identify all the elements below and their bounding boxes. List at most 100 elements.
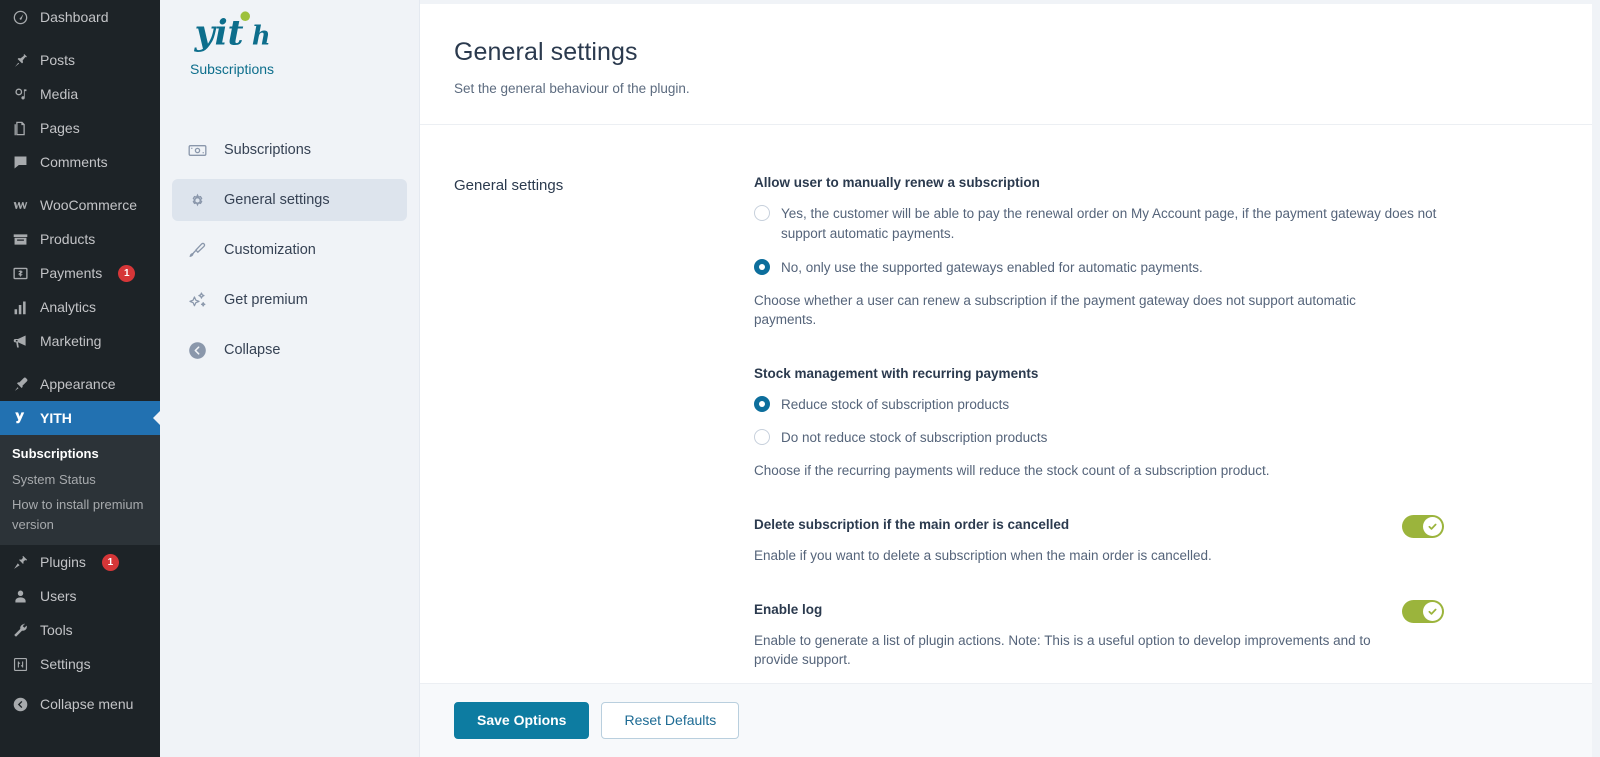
settings-icon bbox=[10, 654, 30, 674]
marketing-icon bbox=[10, 331, 30, 351]
field-stock-management: Stock management with recurring payments… bbox=[754, 366, 1444, 481]
sidebar-item-label: WooCommerce bbox=[40, 197, 137, 213]
reset-defaults-button[interactable]: Reset Defaults bbox=[601, 701, 740, 739]
field-description: Choose if the recurring payments will re… bbox=[754, 463, 1270, 479]
sidebar-item-products[interactable]: Products bbox=[0, 222, 160, 256]
sidebar-item-label: Plugins bbox=[40, 554, 86, 570]
sidebar-item-label: Settings bbox=[40, 656, 91, 672]
field-enable-log: Enable log Enable to generate a list of … bbox=[754, 599, 1444, 670]
svg-text:yit: yit bbox=[194, 13, 244, 52]
yith-nav-item-get-premium[interactable]: Get premium bbox=[172, 279, 407, 321]
save-options-button[interactable]: Save Options bbox=[454, 701, 590, 739]
sidebar-item-woocommerce[interactable]: WooCommerce bbox=[0, 188, 160, 222]
yith-nav-label: General settings bbox=[224, 192, 330, 208]
svg-text:h: h bbox=[252, 21, 271, 51]
check-icon bbox=[1428, 608, 1437, 615]
sidebar-item-label: Pages bbox=[40, 120, 80, 136]
sidebar-divider bbox=[0, 34, 160, 43]
paintbrush-icon bbox=[186, 239, 208, 261]
yith-nav-item-customization[interactable]: Customization bbox=[172, 229, 407, 271]
radio-option-reduce-stock[interactable]: Reduce stock of subscription products bbox=[754, 395, 1444, 415]
field-manual-renew: Allow user to manually renew a subscript… bbox=[754, 175, 1444, 330]
yith-nav-item-general-settings[interactable]: General settings bbox=[172, 179, 407, 221]
sidebar-item-pages[interactable]: Pages bbox=[0, 111, 160, 145]
yith-nav-label: Customization bbox=[224, 242, 316, 258]
field-text: Delete subscription if the main order is… bbox=[754, 517, 1402, 566]
section-label: General settings bbox=[454, 177, 564, 194]
radio-icon-selected[interactable] bbox=[754, 395, 770, 412]
radio-option-manual-renew-no[interactable]: No, only use the supported gateways enab… bbox=[754, 258, 1444, 278]
sidebar-item-label: Media bbox=[40, 86, 79, 102]
comments-icon bbox=[10, 152, 30, 172]
sidebar-item-label: Products bbox=[40, 231, 96, 247]
page-subtitle: Set the general behaviour of the plugin. bbox=[454, 81, 690, 96]
wordpress-admin-sidebar: Dashboard Posts Media Pages Comments Woo… bbox=[0, 0, 160, 757]
radio-label: Reduce stock of subscription products bbox=[781, 396, 1010, 412]
gear-icon bbox=[186, 189, 208, 211]
submenu-item-subscriptions[interactable]: Subscriptions bbox=[0, 441, 160, 467]
radio-option-manual-renew-yes[interactable]: Yes, the customer will be able to pay th… bbox=[754, 204, 1444, 245]
field-title: Enable log bbox=[754, 601, 823, 617]
sidebar-item-plugins[interactable]: Plugins 1 bbox=[0, 545, 160, 579]
sidebar-item-marketing[interactable]: Marketing bbox=[0, 324, 160, 358]
radio-option-do-not-reduce-stock[interactable]: Do not reduce stock of subscription prod… bbox=[754, 428, 1444, 448]
users-icon bbox=[10, 586, 30, 606]
radio-label: Yes, the customer will be able to pay th… bbox=[781, 206, 1437, 242]
sidebar-item-label: Dashboard bbox=[40, 9, 109, 25]
sidebar-item-media[interactable]: Media bbox=[0, 77, 160, 111]
yith-nav-item-subscriptions[interactable]: Subscriptions bbox=[172, 129, 407, 171]
main-content: General settings Set the general behavio… bbox=[420, 0, 1600, 757]
sidebar-item-label: YITH bbox=[40, 410, 72, 426]
payments-icon bbox=[10, 263, 30, 283]
yith-plugin-name: Subscriptions bbox=[190, 61, 275, 77]
collapse-menu-button[interactable]: Collapse menu bbox=[0, 687, 160, 721]
radio-icon-selected[interactable] bbox=[754, 258, 770, 275]
sidebar-item-label: Marketing bbox=[40, 333, 102, 349]
sidebar-item-label: Tools bbox=[40, 622, 73, 638]
sidebar-divider bbox=[0, 179, 160, 188]
sidebar-item-analytics[interactable]: Analytics bbox=[0, 290, 160, 324]
sidebar-item-label: Appearance bbox=[40, 376, 116, 392]
sidebar-item-dashboard[interactable]: Dashboard bbox=[0, 0, 160, 34]
sidebar-item-users[interactable]: Users bbox=[0, 579, 160, 613]
yith-nav-label: Collapse bbox=[224, 342, 281, 358]
toggle-knob bbox=[1423, 516, 1442, 536]
toggle-knob bbox=[1423, 601, 1442, 621]
sidebar-item-posts[interactable]: Posts bbox=[0, 43, 160, 77]
sidebar-item-payments[interactable]: Payments 1 bbox=[0, 256, 160, 290]
status-badge: 1 bbox=[118, 264, 136, 282]
yith-nav-label: Subscriptions bbox=[224, 142, 312, 158]
plugins-icon bbox=[10, 552, 30, 572]
sidebar-item-label: Comments bbox=[40, 154, 108, 170]
collapse-arrow-icon bbox=[10, 694, 30, 714]
toggle-delete-subscription[interactable] bbox=[1402, 514, 1444, 538]
sidebar-divider bbox=[0, 358, 160, 367]
sidebar-item-label: Analytics bbox=[40, 299, 97, 315]
submenu-item-system-status[interactable]: System Status bbox=[0, 467, 160, 493]
field-title: Allow user to manually renew a subscript… bbox=[754, 175, 1040, 190]
radio-icon[interactable] bbox=[754, 429, 770, 446]
sidebar-item-settings[interactable]: Settings bbox=[0, 647, 160, 681]
dashboard-icon bbox=[10, 7, 30, 27]
sidebar-item-appearance[interactable]: Appearance bbox=[0, 367, 160, 401]
analytics-icon bbox=[10, 297, 30, 317]
radio-icon[interactable] bbox=[754, 205, 770, 221]
sidebar-item-comments[interactable]: Comments bbox=[0, 145, 160, 179]
submenu-item-how-to-install-premium[interactable]: How to install premium version bbox=[0, 492, 160, 537]
products-icon bbox=[10, 229, 30, 249]
radio-label: No, only use the supported gateways enab… bbox=[781, 259, 1203, 275]
appearance-icon bbox=[10, 374, 30, 394]
sidebar-item-tools[interactable]: Tools bbox=[0, 613, 160, 647]
field-text: Enable log Enable to generate a list of … bbox=[754, 602, 1402, 670]
field-delete-subscription: Delete subscription if the main order is… bbox=[754, 514, 1444, 566]
banknote-icon bbox=[186, 139, 208, 161]
panel-body: General settings Allow user to manually … bbox=[420, 125, 1592, 683]
toggle-enable-log[interactable] bbox=[1402, 599, 1444, 623]
yith-nav: Subscriptions General settings Customiza… bbox=[172, 129, 407, 371]
panel-footer: Save Options Reset Defaults bbox=[420, 682, 1592, 757]
yith-nav-item-collapse[interactable]: Collapse bbox=[172, 329, 407, 371]
sidebar-item-yith[interactable]: YITH bbox=[0, 401, 160, 435]
check-icon bbox=[1428, 523, 1437, 530]
settings-fields: Allow user to manually renew a subscript… bbox=[754, 175, 1444, 670]
status-badge: 1 bbox=[101, 553, 119, 571]
